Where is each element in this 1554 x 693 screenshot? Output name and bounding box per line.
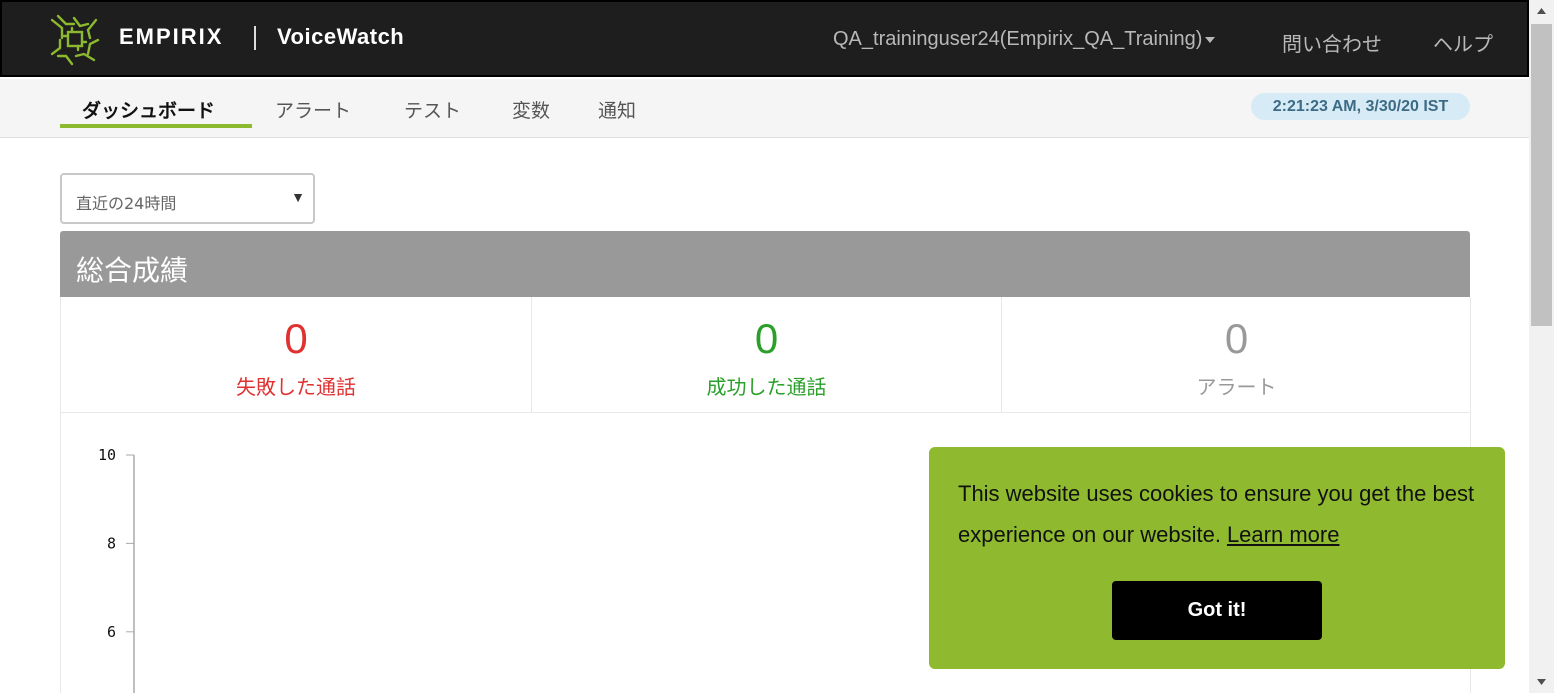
active-tab-indicator: [60, 124, 252, 128]
panel-header: 総合成績: [60, 231, 1470, 297]
calls-chart: 10 8 6: [98, 446, 135, 693]
time-range-value: 直近の24時間: [76, 194, 177, 213]
user-name: QA_traininguser24(Empirix_QA_Training): [833, 28, 1203, 50]
stat-failed-calls[interactable]: 0 失敗した通話: [61, 297, 531, 413]
y-tick-label: 8: [107, 534, 116, 552]
cookie-message: This website uses cookies to ensure you …: [958, 481, 1475, 547]
stat-successful-calls[interactable]: 0 成功した通話: [531, 297, 1001, 413]
contact-link[interactable]: 問い合わせ: [1282, 28, 1382, 57]
tab-alerts[interactable]: アラート: [275, 96, 351, 123]
cookie-message-wrap: This website uses cookies to ensure you …: [958, 473, 1488, 555]
panel-title: 総合成績: [76, 254, 189, 287]
empirix-logo-icon[interactable]: [48, 14, 102, 66]
scroll-up-icon[interactable]: [1529, 0, 1554, 22]
scroll-thumb[interactable]: [1531, 24, 1552, 326]
stat-value: 0: [284, 315, 308, 362]
scroll-down-icon[interactable]: [1529, 671, 1554, 693]
timestamp-badge: 2:21:23 AM, 3/30/20 IST: [1251, 93, 1470, 120]
tab-notifications[interactable]: 通知: [598, 96, 636, 123]
stat-label: アラート: [1196, 375, 1277, 399]
sub-navigation: ダッシュボード アラート テスト 変数 通知 2:21:23 AM, 3/30/…: [0, 79, 1529, 138]
brand-divider: [254, 26, 256, 50]
tab-tests[interactable]: テスト: [404, 96, 461, 123]
stat-alerts[interactable]: 0 アラート: [1001, 297, 1471, 413]
stat-label: 失敗した通話: [236, 375, 356, 399]
tab-variables[interactable]: 変数: [512, 96, 550, 123]
y-tick-label: 10: [98, 446, 116, 464]
brand-name[interactable]: EMPIRIX: [119, 24, 223, 50]
top-bar: EMPIRIX VoiceWatch QA_traininguser24(Emp…: [0, 0, 1529, 77]
page-scrollbar[interactable]: [1529, 0, 1554, 693]
product-name[interactable]: VoiceWatch: [277, 24, 404, 50]
help-link[interactable]: ヘルプ: [1433, 28, 1493, 57]
cookie-banner: This website uses cookies to ensure you …: [929, 447, 1505, 669]
stat-value: 0: [754, 315, 779, 362]
tab-dashboard[interactable]: ダッシュボード: [82, 96, 215, 123]
stat-label: 成功した通話: [706, 375, 827, 399]
stat-value: 0: [1224, 315, 1249, 362]
y-tick-label: 6: [107, 623, 116, 641]
time-range-select[interactable]: 直近の24時間 ▼: [60, 173, 315, 224]
caret-down-icon: [1205, 36, 1216, 43]
user-menu[interactable]: QA_traininguser24(Empirix_QA_Training): [833, 28, 1216, 51]
got-it-button[interactable]: Got it!: [1112, 581, 1322, 640]
dropdown-arrow-icon: ▼: [291, 189, 305, 205]
learn-more-link[interactable]: Learn more: [1227, 522, 1340, 547]
